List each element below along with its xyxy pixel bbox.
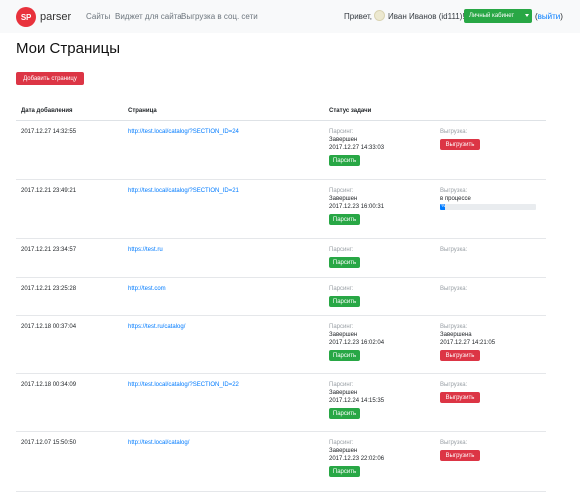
date-added: 2017.12.07 15:50:50 bbox=[21, 440, 77, 446]
parse-label: Парсинг: bbox=[329, 324, 354, 330]
parse-status: Завершен bbox=[329, 137, 358, 143]
page-url-link[interactable]: http://test.com bbox=[128, 286, 166, 292]
parse-status: Завершен bbox=[329, 448, 358, 454]
progress-text: % bbox=[441, 204, 446, 209]
table-row: 2017.12.18 00:34:09 http://test.local/cat… bbox=[16, 374, 546, 432]
export-button[interactable]: Выгрузить bbox=[440, 450, 480, 461]
date-added: 2017.12.21 23:34:57 bbox=[21, 247, 77, 253]
export-label: Выгрузка: bbox=[440, 247, 468, 253]
parse-status-block: Парсинг: Завершен 2017.12.23 16:00:31 Парси… bbox=[329, 187, 384, 225]
add-page-button[interactable]: Добавить страницу bbox=[16, 72, 84, 85]
table-row: 2017.12.27 14:32:55 http://test.local/cat… bbox=[16, 121, 546, 180]
export-status-block: Выгрузка: bbox=[440, 246, 467, 254]
column-header-date: Дата добавления bbox=[21, 108, 73, 114]
export-status-block: Выгрузка: Выгрузить bbox=[440, 381, 480, 403]
logout-link[interactable]: выйти bbox=[538, 12, 561, 21]
export-status: в процессе bbox=[440, 196, 471, 202]
nav-link-social-export[interactable]: Выгрузка в соц. сети bbox=[181, 12, 258, 21]
date-added: 2017.12.18 00:37:04 bbox=[21, 324, 77, 330]
export-button[interactable]: Выгрузить bbox=[440, 392, 480, 403]
parse-status-block: Парсинг: Завершен 2017.12.27 14:33:03 Парси… bbox=[329, 128, 384, 166]
page-url-link[interactable]: http://test.local/catalog/?SECTION_ID=21 bbox=[128, 188, 239, 194]
parse-status: Завершен bbox=[329, 332, 358, 338]
table-row: 2017.12.21 23:49:21 http://test.local/cat… bbox=[16, 180, 546, 239]
export-status-block: Выгрузка: Выгрузить bbox=[440, 128, 480, 150]
table-header: Дата добавления Страница Статус задачи bbox=[16, 104, 546, 121]
page-url-link[interactable]: http://test.local/catalog/?SECTION_ID=24 bbox=[128, 129, 239, 135]
parse-button[interactable]: Парсить bbox=[329, 214, 360, 225]
parse-button[interactable]: Парсить bbox=[329, 296, 360, 307]
table-row: 2017.12.21 23:25:28 http://test.com Парсин… bbox=[16, 278, 546, 316]
column-header-page: Страница bbox=[128, 108, 157, 114]
sp-logo-icon: SP bbox=[16, 7, 36, 27]
parse-button[interactable]: Парсить bbox=[329, 350, 360, 361]
parse-time: 2017.12.23 22:02:06 bbox=[329, 456, 385, 462]
nav-link-widget[interactable]: Виджет для сайта bbox=[115, 12, 182, 21]
parse-label: Парсинг: bbox=[329, 129, 354, 135]
caret-down-icon bbox=[525, 14, 529, 17]
parse-status-block: Парсинг: Завершен 2017.12.23 22:02:06 Парси… bbox=[329, 439, 384, 477]
nav-link-sites[interactable]: Сайты bbox=[86, 12, 110, 21]
parse-button[interactable]: Парсить bbox=[329, 408, 360, 419]
page-url-link[interactable]: http://test.local/catalog/ bbox=[128, 440, 189, 446]
parse-label: Парсинг: bbox=[329, 286, 354, 292]
page-url-link[interactable]: http://test.local/catalog/?SECTION_ID=22 bbox=[128, 382, 239, 388]
export-status-block: Выгрузка: bbox=[440, 285, 467, 293]
export-status: Завершена bbox=[440, 332, 472, 338]
greeting-text: Привет, bbox=[344, 12, 373, 21]
export-status-block: Выгрузка: в процессе% bbox=[440, 187, 536, 210]
export-label: Выгрузка: bbox=[440, 440, 468, 446]
export-button[interactable]: Выгрузить bbox=[440, 350, 480, 361]
parse-time: 2017.12.23 16:02:04 bbox=[329, 340, 385, 346]
parse-button[interactable]: Парсить bbox=[329, 155, 360, 166]
export-label: Выгрузка: bbox=[440, 188, 468, 194]
cabinet-dropdown-button[interactable]: Личный кабинет bbox=[464, 9, 532, 23]
parse-time: 2017.12.24 14:15:35 bbox=[329, 398, 385, 404]
export-label: Выгрузка: bbox=[440, 324, 468, 330]
table-row: 2017.12.07 15:50:50 http://test.local/cat… bbox=[16, 432, 546, 492]
page-title: Мои Страницы bbox=[16, 40, 120, 57]
date-added: 2017.12.21 23:25:28 bbox=[21, 286, 77, 292]
page-url-link[interactable]: https://test.ru/catalog/ bbox=[128, 324, 185, 330]
cabinet-button-label: Личный кабинет bbox=[469, 13, 515, 19]
date-added: 2017.12.27 14:32:55 bbox=[21, 129, 77, 135]
parse-status-block: Парсинг: Парсить bbox=[329, 246, 360, 268]
table-row: 2017.12.18 00:37:04 https://test.ru/catal… bbox=[16, 316, 546, 374]
user-name: Иван Иванов (id111)! bbox=[388, 12, 465, 21]
parse-time: 2017.12.27 14:33:03 bbox=[329, 145, 385, 151]
export-status-block: Выгрузка: Выгрузить bbox=[440, 439, 480, 461]
column-header-status: Статус задачи bbox=[329, 108, 372, 114]
table-row: 2017.12.21 23:34:57 https://test.ru Парсин… bbox=[16, 239, 546, 278]
parse-label: Парсинг: bbox=[329, 247, 354, 253]
top-navbar: SP parser Сайты Виджет для сайта Выгрузк… bbox=[0, 0, 580, 33]
parse-button[interactable]: Парсить bbox=[329, 466, 360, 477]
brand-name: parser bbox=[40, 11, 72, 23]
parse-time: 2017.12.23 16:00:31 bbox=[329, 204, 385, 210]
export-label: Выгрузка: bbox=[440, 129, 468, 135]
export-status-block: Выгрузка: Завершена 2017.12.27 14:21:05 Выг… bbox=[440, 323, 495, 361]
export-label: Выгрузка: bbox=[440, 382, 468, 388]
parse-label: Парсинг: bbox=[329, 440, 354, 446]
avatar bbox=[374, 10, 385, 21]
parse-status-block: Парсинг: Завершен 2017.12.23 16:02:04 Парси… bbox=[329, 323, 384, 361]
page-url-link[interactable]: https://test.ru bbox=[128, 247, 163, 253]
export-progress-bar: % bbox=[440, 204, 536, 210]
parse-status-block: Парсинг: Завершен 2017.12.24 14:15:35 Парси… bbox=[329, 381, 384, 419]
parse-status: Завершен bbox=[329, 196, 358, 202]
date-added: 2017.12.21 23:49:21 bbox=[21, 188, 77, 194]
date-added: 2017.12.18 00:34:09 bbox=[21, 382, 77, 388]
logout-wrapper: (выйти) bbox=[535, 12, 563, 21]
parse-status: Завершен bbox=[329, 390, 358, 396]
parse-label: Парсинг: bbox=[329, 382, 354, 388]
export-button[interactable]: Выгрузить bbox=[440, 139, 480, 150]
brand-link[interactable]: SP parser bbox=[16, 7, 71, 27]
parse-status-block: Парсинг: Парсить bbox=[329, 285, 360, 307]
export-time: 2017.12.27 14:21:05 bbox=[440, 340, 496, 346]
parse-label: Парсинг: bbox=[329, 188, 354, 194]
parse-button[interactable]: Парсить bbox=[329, 257, 360, 268]
logout-paren-close: ) bbox=[560, 12, 563, 21]
export-label: Выгрузка: bbox=[440, 286, 468, 292]
